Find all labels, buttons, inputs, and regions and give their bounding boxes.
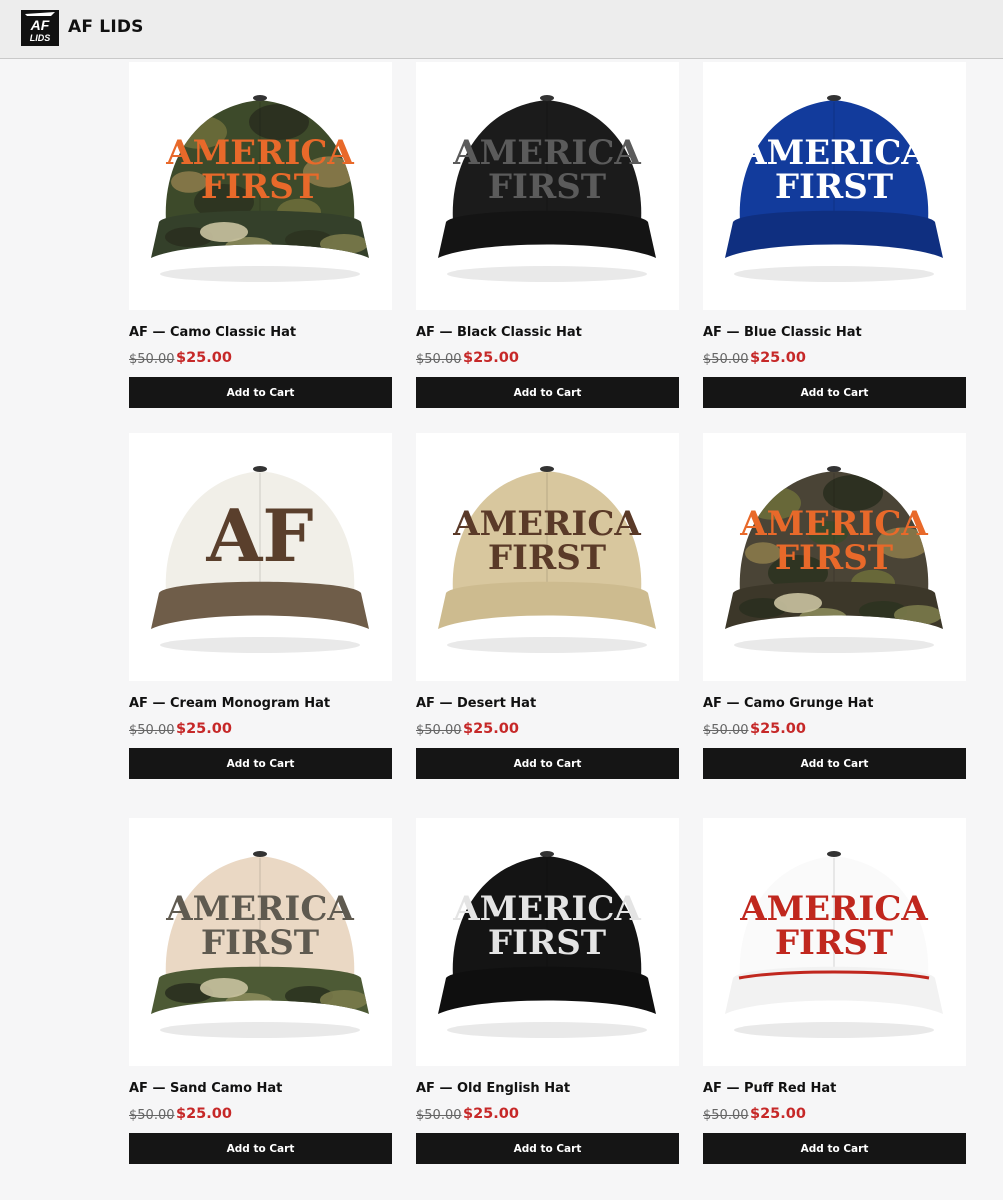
add-to-cart-button[interactable]: Add to Cart [416, 1133, 679, 1164]
product-image[interactable]: AMERICA FIRST [703, 433, 966, 681]
sale-price: $25.00 [176, 1106, 232, 1122]
add-to-cart-button[interactable]: Add to Cart [416, 377, 679, 408]
logo-text-bottom: LIDS [30, 33, 51, 43]
add-to-cart-button[interactable]: Add to Cart [129, 377, 392, 408]
cap-illustration: AMERICAFIRST [725, 851, 943, 1038]
hat-shadow [447, 637, 647, 653]
product-image[interactable]: AF [129, 433, 392, 681]
logo-text-top: AF [30, 17, 50, 33]
product-name[interactable]: AF — Blue Classic Hat [703, 325, 862, 340]
hat-brim [438, 966, 656, 1014]
hat-shadow [447, 1022, 647, 1038]
hat-brim [151, 581, 369, 629]
cap-illustration: AMERICAFIRST [151, 851, 369, 1038]
product-image[interactable]: AMERICA FIRST [129, 62, 392, 310]
original-price: $50.00 [703, 1108, 749, 1123]
sale-price: $25.00 [750, 721, 806, 737]
sale-price: $25.00 [463, 350, 519, 366]
cap-illustration: AMERICAFIRST [151, 95, 369, 282]
sale-price: $25.00 [176, 350, 232, 366]
original-price: $50.00 [129, 352, 175, 367]
product-image[interactable]: AMERICA FIRST [703, 62, 966, 310]
hat-shadow [734, 266, 934, 282]
add-to-cart-button[interactable]: Add to Cart [129, 748, 392, 779]
product-name[interactable]: AF — Black Classic Hat [416, 325, 582, 340]
cap-illustration: AMERICAFIRST [438, 466, 656, 653]
product-name[interactable]: AF — Cream Monogram Hat [129, 696, 330, 711]
store-name[interactable]: AF LIDS [68, 17, 144, 37]
add-to-cart-button[interactable]: Add to Cart [703, 1133, 966, 1164]
product-image[interactable]: AMERICA FIRST [416, 62, 679, 310]
add-to-cart-button[interactable]: Add to Cart [416, 748, 679, 779]
brand-logo[interactable]: AF LIDS [21, 10, 59, 46]
hat-embroidery-text: FIRST [201, 167, 319, 207]
hat-brim [725, 210, 943, 258]
brand-logo-mark: AF LIDS [25, 12, 55, 43]
original-price: $50.00 [129, 1108, 175, 1123]
product-name[interactable]: AF — Desert Hat [416, 696, 536, 711]
product-name[interactable]: AF — Sand Camo Hat [129, 1081, 282, 1096]
hat-shadow [447, 266, 647, 282]
hat-shadow [160, 266, 360, 282]
product-image[interactable]: AMERICA FIRST [703, 818, 966, 1066]
hat-shadow [160, 637, 360, 653]
hat-brim [438, 210, 656, 258]
original-price: $50.00 [416, 352, 462, 367]
cap-illustration: AF [151, 466, 369, 653]
product-name[interactable]: AF — Camo Grunge Hat [703, 696, 873, 711]
hat-embroidery-text: FIRST [488, 923, 606, 963]
hat-shadow [734, 1022, 934, 1038]
sale-price: $25.00 [750, 350, 806, 366]
product-name[interactable]: AF — Old English Hat [416, 1081, 570, 1096]
hat-embroidery-text: FIRST [488, 538, 606, 578]
product-name[interactable]: AF — Puff Red Hat [703, 1081, 836, 1096]
original-price: $50.00 [129, 723, 175, 738]
product-name[interactable]: AF — Camo Classic Hat [129, 325, 296, 340]
product-image[interactable]: AMERICA FIRST [129, 818, 392, 1066]
sale-price: $25.00 [463, 1106, 519, 1122]
add-to-cart-button[interactable]: Add to Cart [703, 377, 966, 408]
sale-price: $25.00 [463, 721, 519, 737]
hat-embroidery-text: FIRST [201, 923, 319, 963]
cap-illustration: AMERICAFIRST [438, 851, 656, 1038]
hat-shadow [160, 1022, 360, 1038]
original-price: $50.00 [416, 1108, 462, 1123]
hat-embroidery-text: FIRST [775, 538, 893, 578]
original-price: $50.00 [703, 723, 749, 738]
sale-price: $25.00 [176, 721, 232, 737]
original-price: $50.00 [416, 723, 462, 738]
hat-embroidery-text: FIRST [775, 923, 893, 963]
cap-illustration: AMERICAFIRST [725, 466, 943, 653]
cap-illustration: AMERICAFIRST [438, 95, 656, 282]
hat-shadow [734, 637, 934, 653]
top-bar: AF LIDS AF LIDS [0, 0, 1003, 59]
hat-embroidery-text: AF [206, 493, 314, 578]
product-image[interactable]: AMERICA FIRST [416, 818, 679, 1066]
hat-embroidery-text: FIRST [488, 167, 606, 207]
add-to-cart-button[interactable]: Add to Cart [703, 748, 966, 779]
product-image[interactable]: AMERICA FIRST [416, 433, 679, 681]
sale-price: $25.00 [750, 1106, 806, 1122]
hat-embroidery-text: FIRST [775, 167, 893, 207]
hat-brim [438, 581, 656, 629]
original-price: $50.00 [703, 352, 749, 367]
cap-illustration: AMERICAFIRST [725, 95, 943, 282]
add-to-cart-button[interactable]: Add to Cart [129, 1133, 392, 1164]
